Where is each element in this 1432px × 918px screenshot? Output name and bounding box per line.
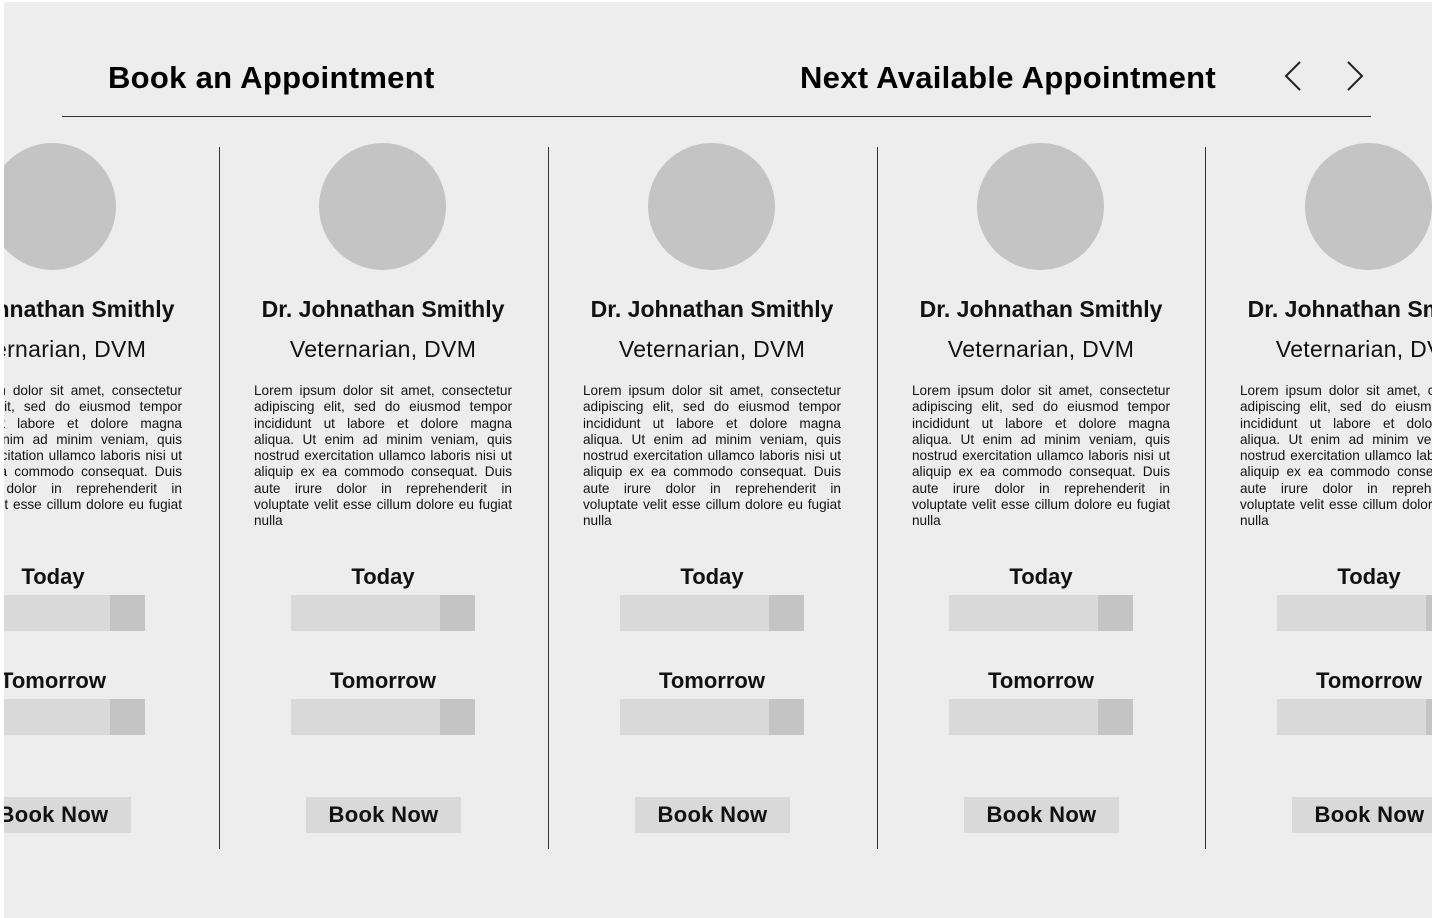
doctor-card: Dr. Johnathan Smithly Veternarian, DVM L… — [4, 2, 217, 918]
dropdown-toggle[interactable] — [1098, 699, 1133, 735]
today-label: Today — [351, 564, 415, 589]
doctor-name: Dr. Johnathan Smithly — [919, 296, 1163, 322]
today-time-select[interactable] — [4, 595, 145, 631]
doctor-credentials: Veternarian, DVM — [4, 336, 147, 362]
doctor-name: Dr. Johnathan Smithly — [590, 296, 834, 322]
doctor-description: Lorem ipsum dolor sit amet, consectetur … — [4, 383, 182, 513]
book-now-button[interactable]: Book Now — [635, 797, 790, 833]
doctor-description: Lorem ipsum dolor sit amet, consectetur … — [912, 383, 1170, 529]
tomorrow-time-select[interactable] — [1277, 699, 1432, 735]
tomorrow-time-select[interactable] — [620, 699, 804, 735]
book-now-button[interactable]: Book Now — [306, 797, 461, 833]
doctor-avatar — [4, 143, 116, 270]
dropdown-toggle[interactable] — [110, 699, 145, 735]
doctor-card: Dr. Johnathan Smithly Veternarian, DVM L… — [219, 2, 547, 918]
appointment-booking-page: Book an Appointment Next Available Appoi… — [4, 2, 1432, 918]
today-time-select[interactable] — [949, 595, 1133, 631]
today-time-select[interactable] — [620, 595, 804, 631]
doctor-credentials: Veternarian, DVM — [618, 336, 806, 362]
tomorrow-time-select[interactable] — [949, 699, 1133, 735]
doctor-credentials: Veternarian, DVM — [289, 336, 477, 362]
doctor-avatar — [1305, 143, 1432, 270]
tomorrow-label: Tomorrow — [4, 668, 106, 693]
today-label: Today — [21, 564, 85, 589]
doctor-credentials: Veternarian, DVM — [947, 336, 1135, 362]
doctor-name: Dr. Johnathan Smithly — [1247, 296, 1432, 322]
today-label: Today — [1009, 564, 1073, 589]
doctor-avatar — [977, 143, 1104, 270]
today-label: Today — [1337, 564, 1401, 589]
dropdown-toggle[interactable] — [769, 595, 804, 631]
dropdown-toggle[interactable] — [1426, 699, 1432, 735]
today-time-select[interactable] — [1277, 595, 1432, 631]
doctor-avatar — [648, 143, 775, 270]
tomorrow-label: Tomorrow — [659, 668, 765, 693]
tomorrow-label: Tomorrow — [1316, 668, 1422, 693]
doctor-card: Dr. Johnathan Smithly Veternarian, DVM L… — [548, 2, 876, 918]
doctor-name: Dr. Johnathan Smithly — [4, 296, 175, 322]
dropdown-toggle[interactable] — [769, 699, 804, 735]
tomorrow-time-select[interactable] — [291, 699, 475, 735]
book-now-button[interactable]: Book Now — [1292, 797, 1432, 833]
dropdown-toggle[interactable] — [1098, 595, 1133, 631]
dropdown-toggle[interactable] — [1426, 595, 1432, 631]
book-now-button[interactable]: Book Now — [964, 797, 1119, 833]
dropdown-toggle[interactable] — [440, 699, 475, 735]
dropdown-toggle[interactable] — [440, 595, 475, 631]
doctor-card: Dr. Johnathan Smithly Veternarian, DVM L… — [1205, 2, 1432, 918]
tomorrow-label: Tomorrow — [330, 668, 436, 693]
today-time-select[interactable] — [291, 595, 475, 631]
doctor-credentials: Veternarian, DVM — [1275, 336, 1432, 362]
tomorrow-label: Tomorrow — [988, 668, 1094, 693]
doctor-description: Lorem ipsum dolor sit amet, consectetur … — [583, 383, 841, 529]
doctor-name: Dr. Johnathan Smithly — [261, 296, 505, 322]
doctor-description: Lorem ipsum dolor sit amet, consectetur … — [254, 383, 512, 529]
today-label: Today — [680, 564, 744, 589]
dropdown-toggle[interactable] — [110, 595, 145, 631]
book-now-button[interactable]: Book Now — [4, 797, 131, 833]
doctor-description: Lorem ipsum dolor sit amet, consectetur … — [1240, 383, 1432, 529]
tomorrow-time-select[interactable] — [4, 699, 145, 735]
doctor-avatar — [319, 143, 446, 270]
doctor-card: Dr. Johnathan Smithly Veternarian, DVM L… — [877, 2, 1205, 918]
